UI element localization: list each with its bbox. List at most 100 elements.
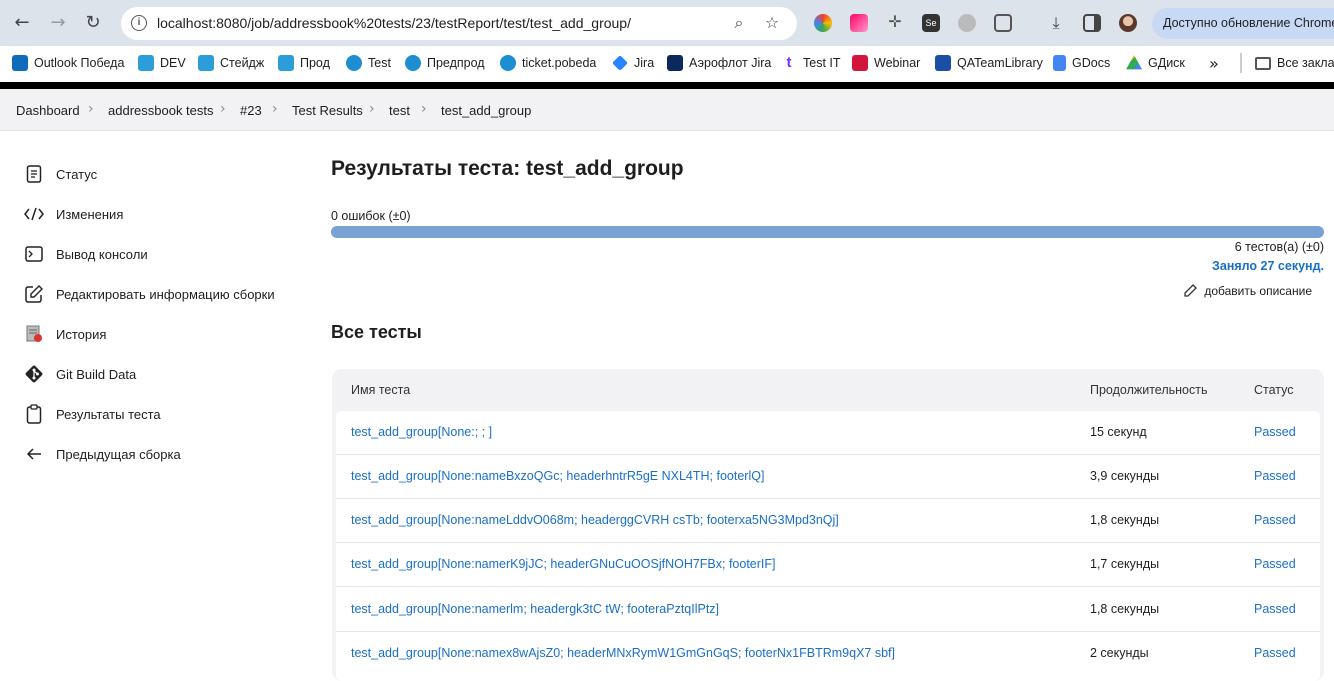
code-icon	[24, 204, 44, 224]
test-name-link[interactable]: test_add_group[None:nameLddvO068m; heade…	[351, 513, 839, 527]
bookmark-gdocs[interactable]: GDocs	[1053, 54, 1110, 72]
bookmark-aeroflot-jira[interactable]: Аэрофлот Jira	[667, 54, 771, 72]
breadcrumb-test-results[interactable]: Test Results	[292, 103, 363, 118]
extension-ruler-icon[interactable]: ✛	[886, 14, 904, 32]
test-status: Passed	[1254, 646, 1296, 660]
sidebar-item-history[interactable]: История	[24, 322, 106, 346]
bookmark-circle-icon	[405, 55, 421, 71]
chevron-right-icon: ›	[369, 101, 375, 117]
site-info-icon[interactable]: i	[131, 15, 147, 31]
clipboard-icon	[24, 404, 44, 424]
all-bookmarks-folder[interactable]: Все заклад	[1255, 54, 1334, 72]
sidebar-item-git-build-data[interactable]: Git Build Data	[24, 362, 136, 386]
bookmark-webinar[interactable]: Webinar	[852, 54, 920, 72]
tests-count: 6 тестов(а) (±0)	[1234, 240, 1324, 254]
column-header-status[interactable]: Статус	[1254, 383, 1294, 397]
breadcrumb-build[interactable]: #23	[240, 103, 262, 118]
bookmark-circle-icon	[346, 55, 362, 71]
zoom-icon[interactable]: ⌕	[729, 13, 749, 33]
bookmark-gdrive[interactable]: GДиск	[1126, 54, 1185, 72]
extension-globe-icon[interactable]	[958, 14, 976, 32]
address-bar[interactable]: i localhost:8080/job/addressbook%20tests…	[121, 7, 797, 40]
test-progress-bar	[331, 226, 1324, 238]
jira-icon	[612, 55, 628, 71]
gdocs-icon	[1053, 55, 1066, 71]
bookmark-app-icon	[278, 55, 294, 71]
add-description-button[interactable]: добавить описание	[1183, 284, 1312, 298]
test-name-link[interactable]: test_add_group[None:namerK9jJC; headerGN…	[351, 557, 776, 571]
test-duration: 2 секунды	[1090, 646, 1149, 660]
bookmark-test[interactable]: Test	[346, 54, 391, 72]
url-text[interactable]: localhost:8080/job/addressbook%20tests/2…	[157, 15, 631, 31]
bookmark-stage[interactable]: Стейдж	[198, 54, 264, 72]
test-name-link[interactable]: test_add_group[None:nameBxzoQGc; headerh…	[351, 469, 764, 483]
bookmarks-divider	[1240, 53, 1242, 73]
all-tests-heading: Все тесты	[331, 322, 422, 342]
bookmark-testit[interactable]: t Test IT	[781, 54, 841, 72]
chevron-right-icon: ›	[88, 101, 94, 117]
git-icon	[24, 364, 44, 384]
test-name-link[interactable]: test_add_group[None:namex8wAjsZ0; header…	[351, 646, 895, 660]
sidebar-item-previous-build[interactable]: Предыдущая сборка	[24, 442, 181, 466]
bookmark-qateamlibrary[interactable]: QATeamLibrary	[935, 54, 1043, 72]
document-icon	[24, 164, 44, 184]
chevron-right-icon: ›	[421, 101, 427, 117]
arrow-left-icon	[24, 444, 44, 464]
browser-toolbar: ← → ↻ i localhost:8080/job/addressbook%2…	[0, 0, 1334, 46]
bookmark-app-icon	[138, 55, 154, 71]
table-row: test_add_group[None:namerK9jJC; headerGN…	[336, 543, 1320, 587]
test-status: Passed	[1254, 469, 1296, 483]
sidebar-item-edit-build-info[interactable]: Редактировать информацию сборки	[24, 282, 275, 306]
breadcrumb: Dashboard › addressbook tests › #23 › Te…	[0, 89, 1334, 131]
sidebar-item-changes[interactable]: Изменения	[24, 202, 123, 226]
test-name-link[interactable]: test_add_group[None:namerlm; headergk3tC…	[351, 602, 719, 616]
bookmark-ticket[interactable]: ticket.pobeda	[500, 54, 596, 72]
library-icon	[935, 55, 951, 71]
download-icon[interactable]: ⤓	[1047, 14, 1065, 32]
breadcrumb-package[interactable]: test	[389, 103, 410, 118]
bookmark-dev[interactable]: DEV	[138, 54, 186, 72]
extension-selenium-icon[interactable]: Se	[922, 14, 940, 32]
chevron-right-icon: ›	[220, 101, 226, 117]
reload-icon[interactable]: ↻	[83, 13, 103, 33]
back-icon[interactable]: ←	[12, 13, 32, 33]
bookmark-jira[interactable]: Jira	[612, 54, 654, 72]
test-status: Passed	[1254, 425, 1296, 439]
breadcrumb-dashboard[interactable]: Dashboard	[16, 103, 80, 118]
breadcrumb-job[interactable]: addressbook tests	[108, 103, 214, 118]
testit-icon: t	[786, 54, 792, 71]
test-status: Passed	[1254, 602, 1296, 616]
edit-icon	[24, 284, 44, 304]
bookmark-prod[interactable]: Прод	[278, 54, 330, 72]
profile-avatar[interactable]	[1119, 14, 1137, 32]
webinar-icon	[852, 55, 868, 71]
sidebar-item-test-results[interactable]: Результаты теста	[24, 402, 161, 426]
bookmark-app-icon	[198, 55, 214, 71]
chrome-update-button[interactable]: Доступно обновление Chrome	[1152, 8, 1334, 39]
tests-table: Имя теста Продолжительность Статус test_…	[332, 369, 1324, 681]
test-duration: 1,8 секунды	[1090, 513, 1160, 527]
folder-icon	[1255, 56, 1271, 70]
test-status: Passed	[1254, 513, 1296, 527]
extension-gradient-icon[interactable]	[850, 14, 868, 32]
side-panel-icon[interactable]	[1083, 14, 1101, 32]
sidebar-item-status[interactable]: Статус	[24, 162, 97, 186]
extension-colorpicker-icon[interactable]	[814, 14, 832, 32]
bookmark-preprod[interactable]: Предпрод	[405, 54, 485, 72]
tests-table-body: test_add_group[None:; ; ] 15 секунд Pass…	[336, 411, 1320, 681]
column-header-duration[interactable]: Продолжительность	[1090, 383, 1208, 397]
bookmark-outlook[interactable]: Outlook Победа	[12, 54, 124, 72]
extensions-puzzle-icon[interactable]	[994, 14, 1012, 32]
bookmarks-more-icon[interactable]: »	[1209, 54, 1219, 73]
breadcrumb-current[interactable]: test_add_group	[441, 103, 531, 118]
duration-link[interactable]: Заняло 27 секунд.	[1212, 259, 1324, 273]
test-status: Passed	[1254, 557, 1296, 571]
column-header-name[interactable]: Имя теста	[351, 383, 410, 397]
forward-icon[interactable]: →	[48, 13, 68, 33]
star-icon[interactable]: ☆	[762, 13, 782, 33]
test-name-link[interactable]: test_add_group[None:; ; ]	[351, 425, 492, 439]
table-row: test_add_group[None:namex8wAjsZ0; header…	[336, 632, 1320, 676]
gdrive-icon	[1126, 55, 1142, 70]
jenkins-header-strip	[0, 82, 1334, 89]
sidebar-item-console[interactable]: Вывод консоли	[24, 242, 148, 266]
